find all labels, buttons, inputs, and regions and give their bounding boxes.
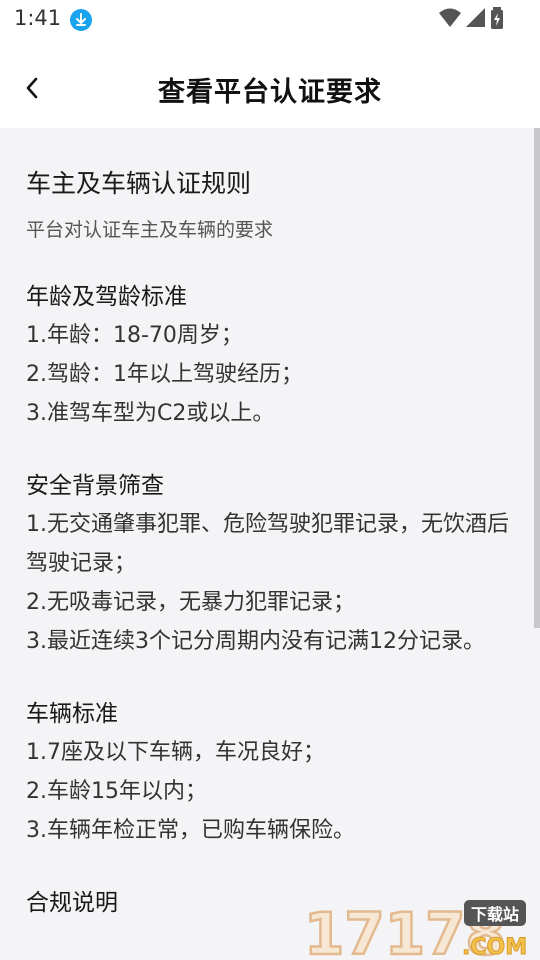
status-time: 1:41 (14, 6, 62, 30)
rule-item: 2.驾龄：1年以上驾驶经历； (26, 362, 303, 387)
status-bar: 1:41 (0, 0, 540, 40)
section-title: 年龄及驾龄标准 (26, 284, 187, 310)
watermark-logo: 17178 下载站 .COM (304, 899, 528, 960)
rule-item: 1.7座及以下车辆，车况良好； (26, 740, 325, 765)
scrollbar[interactable] (534, 128, 540, 628)
rule-item: 1.无交通肇事犯罪、危险驾驶犯罪记录，无饮酒后驾驶记录； (26, 512, 509, 576)
rule-item: 3.车辆年检正常，已购车辆保险。 (26, 818, 355, 843)
rule-item: 3.最近连续3个记分周期内没有记满12分记录。 (26, 629, 485, 654)
section-title: 车辆标准 (26, 701, 118, 727)
rule-item: 2.车龄15年以内； (26, 779, 207, 804)
document-title: 车主及车辆认证规则 (26, 169, 252, 198)
rule-item: 2.无吸毒记录，无暴力犯罪记录； (26, 590, 355, 615)
section-background-check: 安全背景筛查 1.无交通肇事犯罪、危险驾驶犯罪记录，无饮酒后驾驶记录； 2.无吸… (26, 467, 514, 661)
rule-item: 3.准驾车型为C2或以上。 (26, 401, 275, 426)
download-icon (70, 9, 92, 31)
wifi-icon (439, 8, 461, 27)
watermark-domain: .COM (462, 935, 527, 960)
signal-icon (466, 8, 485, 27)
document-subtitle: 平台对认证车主及车辆的要求 (26, 219, 274, 241)
battery-icon (491, 7, 503, 29)
section-vehicle-standard: 车辆标准 1.7座及以下车辆，车况良好； 2.车龄15年以内； 3.车辆年检正常… (26, 695, 514, 850)
watermark-badge: 下载站 (471, 905, 519, 924)
page-title: 查看平台认证要求 (158, 77, 382, 108)
section-title: 安全背景筛查 (26, 473, 164, 499)
section-age-driving: 年龄及驾龄标准 1.年龄：18-70周岁； 2.驾龄：1年以上驾驶经历； 3.准… (26, 278, 514, 433)
app-header: 查看平台认证要求 (0, 40, 540, 128)
rules-content[interactable]: 车主及车辆认证规则 平台对认证车主及车辆的要求 年龄及驾龄标准 1.年龄：18-… (0, 128, 540, 960)
rule-item: 1.年龄：18-70周岁； (26, 323, 243, 348)
